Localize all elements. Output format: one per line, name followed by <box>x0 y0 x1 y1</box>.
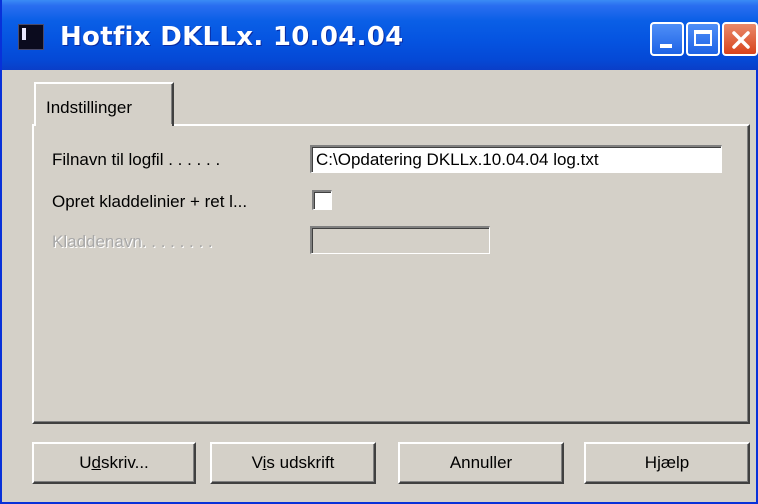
title-bar[interactable]: Hotfix DKLLx. 10.04.04 <box>2 0 758 70</box>
journal-name-input <box>310 226 490 254</box>
dialog-window: Hotfix DKLLx. 10.04.04 Indstillinger Fil… <box>0 0 758 504</box>
logfile-input[interactable]: C:\Opdatering DKLLx.10.04.04 log.txt <box>310 145 722 173</box>
preview-button[interactable]: Vis udskrift <box>210 442 376 484</box>
logfile-label: Filnavn til logfil . . . . . . <box>52 150 221 169</box>
create-lines-checkbox[interactable] <box>312 190 332 210</box>
create-lines-label: Opret kladdelinier + ret l... <box>52 192 248 211</box>
maximize-button[interactable] <box>686 22 720 56</box>
close-icon <box>732 31 750 49</box>
help-button[interactable]: Hjælp <box>584 442 750 484</box>
minimize-button[interactable] <box>650 22 684 56</box>
app-icon <box>18 24 44 50</box>
tab-label: Indstillinger <box>46 98 132 117</box>
print-button[interactable]: Udskriv... <box>32 442 196 484</box>
cancel-button[interactable]: Annuller <box>398 442 564 484</box>
close-button[interactable] <box>722 22 758 56</box>
journal-name-label: Kladdenavn. . . . . . . . <box>52 232 213 251</box>
window-title: Hotfix DKLLx. 10.04.04 <box>60 22 404 52</box>
tab-indstillinger[interactable]: Indstillinger <box>34 82 174 126</box>
